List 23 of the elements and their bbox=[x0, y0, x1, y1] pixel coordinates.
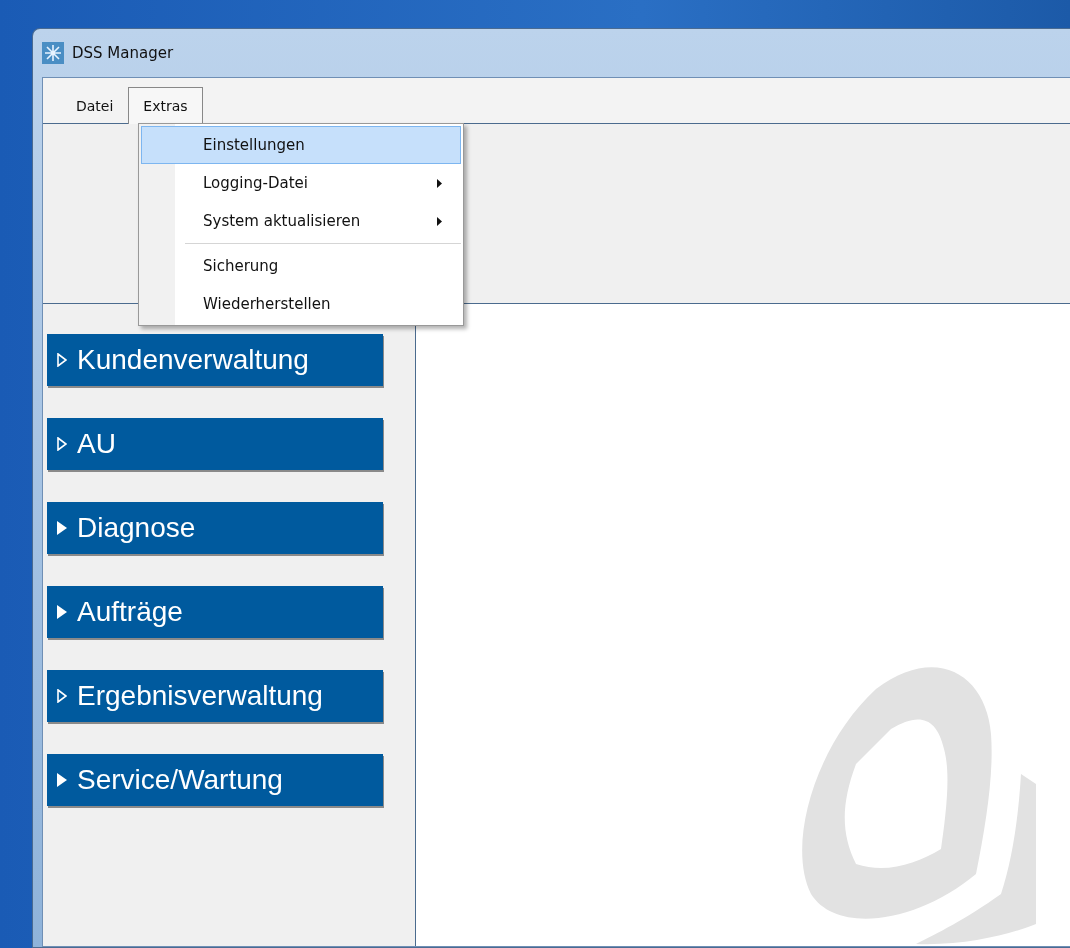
menu-item[interactable]: Wiederherstellen bbox=[141, 285, 461, 323]
menu-item[interactable]: Sicherung bbox=[141, 247, 461, 285]
sidebar-button[interactable]: Diagnose bbox=[47, 502, 383, 554]
menu-item[interactable]: Logging-Datei bbox=[141, 164, 461, 202]
app-icon bbox=[42, 42, 64, 64]
submenu-arrow-icon bbox=[437, 178, 442, 188]
sidebar-button[interactable]: Service/Wartung bbox=[47, 754, 383, 806]
triangle-icon bbox=[57, 605, 67, 619]
triangle-icon bbox=[57, 773, 67, 787]
triangle-icon bbox=[57, 353, 67, 367]
triangle-icon bbox=[57, 521, 67, 535]
sidebar-button[interactable]: Aufträge bbox=[47, 586, 383, 638]
triangle-icon bbox=[57, 689, 67, 703]
menu-item[interactable]: Extras bbox=[128, 87, 203, 124]
window-title: DSS Manager bbox=[72, 42, 174, 64]
sidebar-button[interactable]: Ergebnisverwaltung bbox=[47, 670, 383, 722]
menu-item[interactable]: Datei bbox=[61, 87, 129, 123]
menu-item[interactable]: Einstellungen bbox=[141, 126, 461, 164]
menu-item[interactable]: System aktualisieren bbox=[141, 202, 461, 240]
triangle-icon bbox=[57, 437, 67, 451]
sidebar-button[interactable]: Kundenverwaltung bbox=[47, 334, 383, 386]
submenu-arrow-icon bbox=[437, 216, 442, 226]
sidebar-button[interactable]: AU bbox=[47, 418, 383, 470]
